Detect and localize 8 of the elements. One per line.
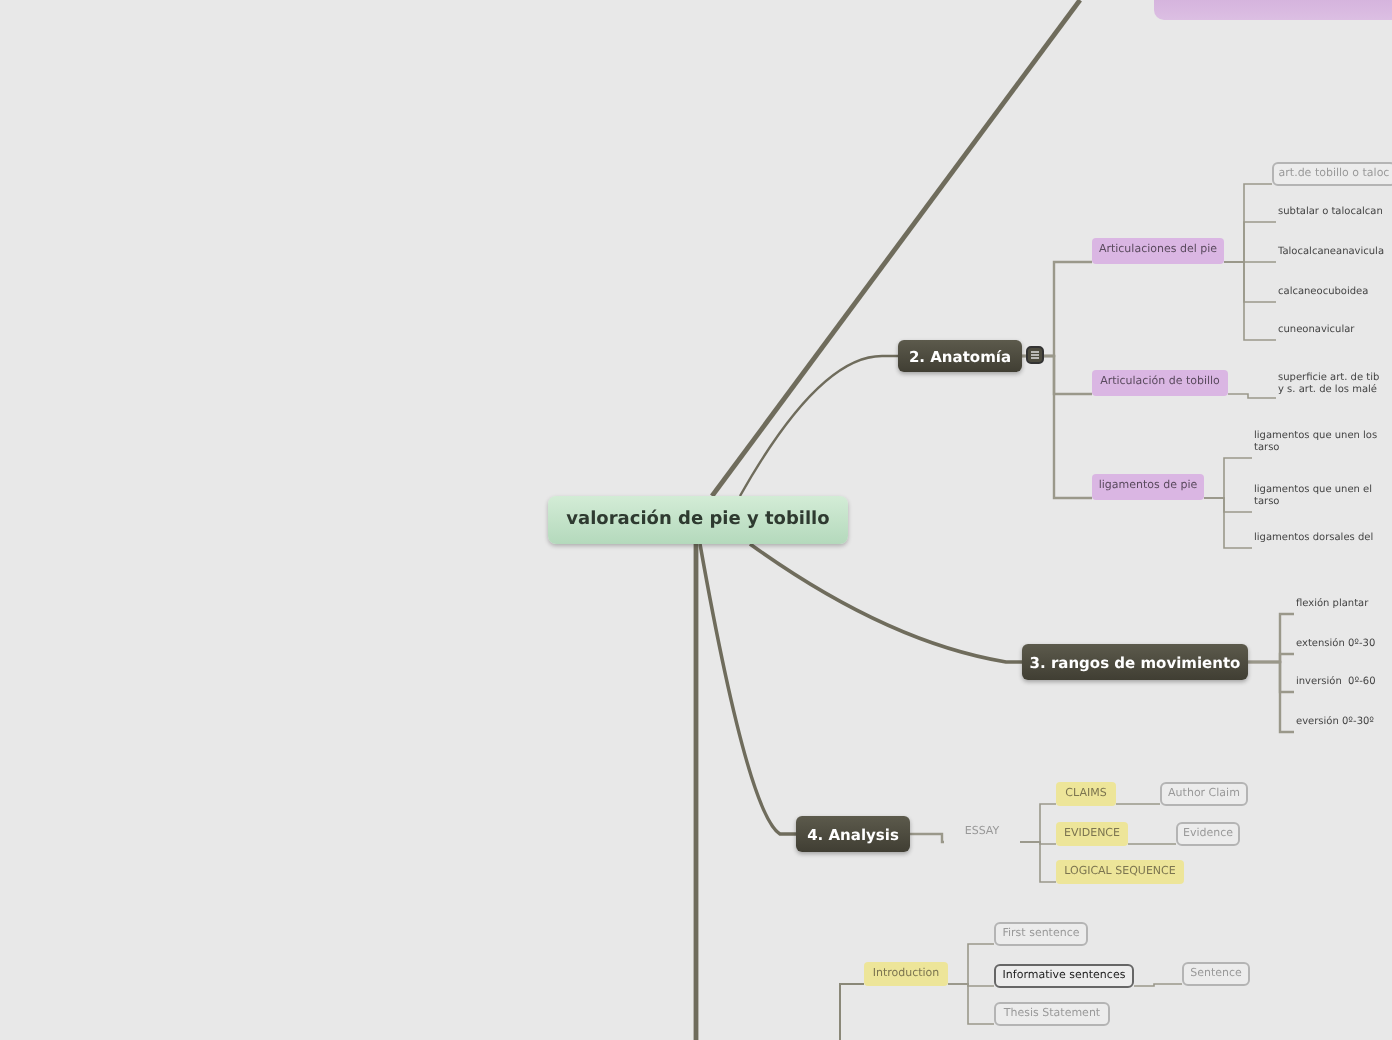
list-icon[interactable] (1026, 346, 1044, 364)
connector-line (1127, 843, 1177, 845)
connector-line (1133, 983, 1183, 987)
connector-line (839, 983, 865, 1040)
connector-line (1227, 393, 1277, 399)
connector-line (910, 832, 945, 844)
central-topic[interactable]: valoración de pie y tobillo (548, 496, 848, 544)
connector-line (1115, 803, 1161, 805)
